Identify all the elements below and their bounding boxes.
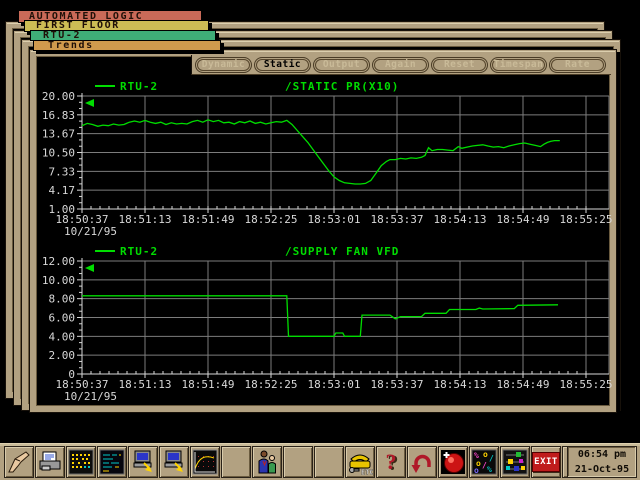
exit-label: EXIT	[532, 452, 560, 472]
svg-text:18:53:37: 18:53:37	[371, 378, 424, 391]
svg-text:18:53:01: 18:53:01	[308, 378, 361, 391]
svg-text:/STATIC PR(X10): /STATIC PR(X10)	[285, 80, 399, 93]
keypad-display-icon[interactable]	[66, 446, 96, 478]
clock-panel: 06:54 pm 21-Oct-95	[567, 446, 637, 478]
svg-text:18:52:25: 18:52:25	[245, 213, 298, 226]
workstation-download-icon[interactable]	[128, 446, 158, 478]
svg-text:10.50: 10.50	[42, 147, 75, 160]
svg-text:4.00: 4.00	[49, 330, 76, 343]
svg-text:16.83: 16.83	[42, 109, 75, 122]
svg-text:18:51:13: 18:51:13	[119, 213, 172, 226]
svg-text:18:53:37: 18:53:37	[371, 213, 424, 226]
svg-text:18:54:13: 18:54:13	[434, 213, 487, 226]
svg-text:20.00: 20.00	[42, 90, 75, 103]
help-question-icon[interactable]: ??	[376, 446, 406, 478]
desktop: AUTOMATED LOGIC FIRST FLOOR RTU-2 Trends…	[0, 0, 640, 480]
svg-text:6.00: 6.00	[49, 312, 76, 325]
terminal-display-icon[interactable]	[97, 446, 127, 478]
svg-text:18:55:25: 18:55:25	[560, 378, 613, 391]
svg-text:o: o	[474, 466, 479, 475]
svg-text:12.00: 12.00	[42, 255, 75, 268]
window-tab-trends[interactable]: Trends	[33, 40, 221, 51]
clock-date: 21-Oct-95	[568, 462, 636, 477]
reset-button[interactable]: Reset	[431, 57, 488, 73]
output-button[interactable]: Output	[313, 57, 370, 73]
svg-text:18:51:49: 18:51:49	[182, 213, 235, 226]
phone-etc-icon[interactable]: ETC	[345, 446, 375, 478]
svg-text:18:53:01: 18:53:01	[308, 213, 361, 226]
window-tab-label: RTU-2	[43, 31, 215, 40]
exit-button[interactable]: EXIT	[531, 446, 561, 478]
workstation-download-icon[interactable]	[159, 446, 189, 478]
static-pressure-chart: RTU-2/STATIC PR(X10) 20.00 16.83 13.67 10.50…	[32, 78, 616, 244]
printer-icon[interactable]	[35, 446, 65, 478]
occupants-icon[interactable]	[252, 446, 282, 478]
svg-text:4.17: 4.17	[49, 184, 76, 197]
undo-arrow-icon[interactable]	[407, 446, 437, 478]
svg-text:8.00: 8.00	[49, 293, 76, 306]
svg-text:10.00: 10.00	[42, 274, 75, 287]
trend-toolbar: DynamicStaticOutputAgainResetTimespanRat…	[191, 55, 611, 75]
empty-slot	[221, 446, 251, 478]
taskbar-icons: ETC??%o/o/%oEXIT	[4, 446, 592, 478]
stats-symbols-icon[interactable]: %o/o/%o	[469, 446, 499, 478]
io-modules-icon[interactable]	[500, 446, 530, 478]
svg-text:o: o	[483, 450, 488, 459]
svg-text:10/21/95: 10/21/95	[64, 390, 117, 403]
taskbar: ETC??%o/o/%oEXIT 06:54 pm 21-Oct-95	[0, 443, 640, 480]
svg-text:%: %	[487, 465, 492, 474]
svg-text:18:54:49: 18:54:49	[497, 213, 550, 226]
dynamic-button[interactable]: Dynamic	[195, 57, 252, 73]
svg-text:18:52:25: 18:52:25	[245, 378, 298, 391]
svg-text:13.67: 13.67	[42, 128, 75, 141]
static-button[interactable]: Static	[254, 57, 311, 73]
svg-text:2.00: 2.00	[49, 349, 76, 362]
svg-text:RTU-2: RTU-2	[120, 80, 158, 93]
svg-text:/SUPPLY FAN VFD: /SUPPLY FAN VFD	[285, 245, 399, 258]
window-tab-label: Trends	[48, 41, 220, 50]
trend-graph-icon[interactable]	[190, 446, 220, 478]
svg-text:?: ?	[386, 449, 397, 474]
svg-text:18:51:49: 18:51:49	[182, 378, 235, 391]
alarm-ball-icon[interactable]	[438, 446, 468, 478]
svg-text:/: /	[489, 454, 494, 463]
svg-text:RTU-2: RTU-2	[120, 245, 158, 258]
svg-text:18:55:25: 18:55:25	[560, 213, 613, 226]
svg-text:ETC: ETC	[361, 469, 373, 476]
svg-text:18:54:13: 18:54:13	[434, 378, 487, 391]
supply-fan-vfd-chart: RTU-2/SUPPLY FAN VFD 12.00 10.00 8.00 6.00 4.…	[32, 243, 616, 409]
svg-text:7.33: 7.33	[49, 165, 76, 178]
svg-text:10/21/95: 10/21/95	[64, 225, 117, 238]
rate-button[interactable]: Rate	[549, 57, 606, 73]
hand-pointer-icon[interactable]	[4, 446, 34, 478]
empty-slot	[283, 446, 313, 478]
clock-time: 06:54 pm	[568, 447, 636, 462]
timespan-button[interactable]: Timespan	[490, 57, 547, 73]
svg-text:18:54:49: 18:54:49	[497, 378, 550, 391]
svg-text:18:51:13: 18:51:13	[119, 378, 172, 391]
again-button[interactable]: Again	[372, 57, 429, 73]
empty-slot	[314, 446, 344, 478]
